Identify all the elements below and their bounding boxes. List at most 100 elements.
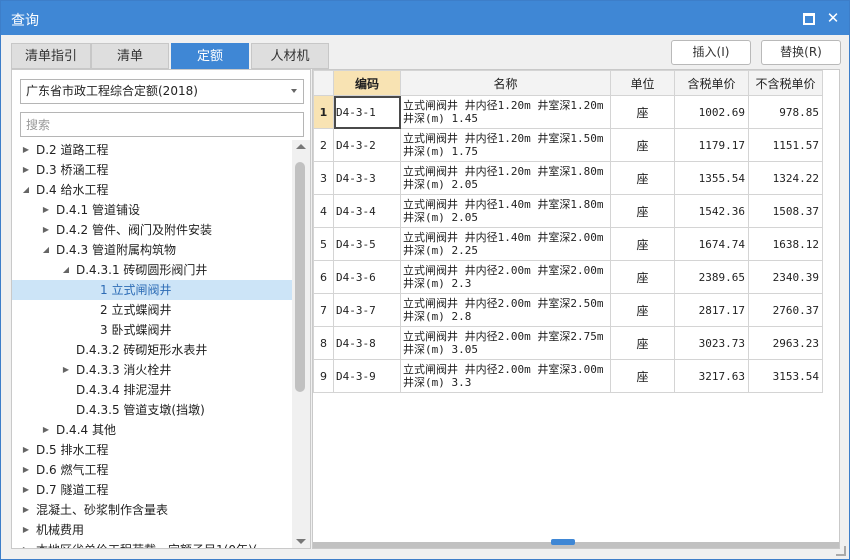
replace-button[interactable]: 替换(R): [761, 40, 841, 65]
unit-cell[interactable]: 座: [610, 194, 675, 228]
quota-name-cell[interactable]: 立式闸阀井 井内径2.00m 井室深2.50m 井深(m) 2.8: [400, 293, 611, 327]
table-row[interactable]: 8 D4-3-8 立式闸阀井 井内径2.00m 井室深2.75m 井深(m) 3.0…: [313, 326, 823, 360]
collapsed-arrow-icon[interactable]: ▶: [20, 480, 32, 500]
collapsed-arrow-icon[interactable]: ▶: [40, 420, 52, 440]
tree-node[interactable]: ▶ 混凝土、砂浆制作含量表: [12, 500, 292, 520]
collapsed-arrow-icon[interactable]: ▶: [20, 460, 32, 480]
scroll-down-icon[interactable]: [296, 539, 306, 544]
table-row[interactable]: 2 D4-3-2 立式闸阀井 井内径1.20m 井室深1.50m 井深(m) 1.7…: [313, 128, 823, 162]
tree-node[interactable]: ▶ D.4.2 管件、阀门及附件安装: [12, 220, 292, 240]
tab-quota[interactable]: 定额: [171, 43, 249, 69]
close-icon[interactable]: ✕: [825, 10, 841, 26]
unit-cell[interactable]: 座: [610, 161, 675, 195]
collapsed-arrow-icon[interactable]: ▶: [20, 500, 32, 520]
column-header-unit[interactable]: 单位: [610, 70, 675, 96]
quota-code-cell[interactable]: D4-3-8: [333, 326, 401, 360]
row-index[interactable]: 6: [313, 260, 334, 294]
tree-node[interactable]: 3 卧式蝶阀井: [12, 320, 292, 340]
tree-scrollbar[interactable]: [292, 140, 310, 548]
unit-cell[interactable]: 座: [610, 260, 675, 294]
quota-code-cell[interactable]: D4-3-1: [333, 95, 401, 129]
tree-node[interactable]: ▶ D.4.3.3 消火栓井: [12, 360, 292, 380]
table-row[interactable]: 5 D4-3-5 立式闸阀井 井内径1.40m 井室深2.00m 井深(m) 2.2…: [313, 227, 823, 261]
row-index[interactable]: 2: [313, 128, 334, 162]
quota-code-cell[interactable]: D4-3-9: [333, 359, 401, 393]
quota-name-cell[interactable]: 立式闸阀井 井内径1.40m 井室深2.00m 井深(m) 2.25: [400, 227, 611, 261]
column-header-code[interactable]: 编码: [333, 70, 401, 96]
row-index[interactable]: 3: [313, 161, 334, 195]
collapsed-arrow-icon[interactable]: ▶: [20, 440, 32, 460]
scroll-up-icon[interactable]: [296, 144, 306, 149]
collapsed-arrow-icon[interactable]: ▶: [20, 140, 32, 160]
quota-code-cell[interactable]: D4-3-3: [333, 161, 401, 195]
collapsed-arrow-icon[interactable]: ▶: [20, 160, 32, 180]
tree-node[interactable]: ▶ D.4.4 其他: [12, 420, 292, 440]
quota-code-cell[interactable]: D4-3-5: [333, 227, 401, 261]
price-notax-cell[interactable]: 2760.37: [748, 293, 823, 327]
price-tax-cell[interactable]: 1179.17: [674, 128, 749, 162]
tree-node[interactable]: 2 立式蝶阀井: [12, 300, 292, 320]
table-row[interactable]: 3 D4-3-3 立式闸阀井 井内径1.20m 井室深1.80m 井深(m) 2.0…: [313, 161, 823, 195]
maximize-icon[interactable]: [801, 10, 817, 26]
tree-node[interactable]: ▶ D.4.1 管道铺设: [12, 200, 292, 220]
scroll-thumb[interactable]: [295, 162, 305, 392]
row-index[interactable]: 5: [313, 227, 334, 261]
price-notax-cell[interactable]: 1324.22: [748, 161, 823, 195]
insert-button[interactable]: 插入(I): [671, 40, 751, 65]
collapsed-arrow-icon[interactable]: ▶: [20, 540, 32, 548]
expanded-arrow-icon[interactable]: ◢: [40, 240, 52, 260]
price-tax-cell[interactable]: 1355.54: [674, 161, 749, 195]
tree-node[interactable]: D.4.3.5 管道支墩(挡墩): [12, 400, 292, 420]
price-tax-cell[interactable]: 3217.63: [674, 359, 749, 393]
table-horizontal-scrollbar[interactable]: [313, 539, 839, 548]
table-row[interactable]: 9 D4-3-9 立式闸阀井 井内径2.00m 井室深3.00m 井深(m) 3.3…: [313, 359, 823, 393]
price-notax-cell[interactable]: 2340.39: [748, 260, 823, 294]
quota-name-cell[interactable]: 立式闸阀井 井内径1.20m 井室深1.20m 井深(m) 1.45: [400, 95, 611, 129]
price-tax-cell[interactable]: 2389.65: [674, 260, 749, 294]
tree-node[interactable]: ◢ D.4.3 管道附属构筑物: [12, 240, 292, 260]
price-notax-cell[interactable]: 1151.57: [748, 128, 823, 162]
price-notax-cell[interactable]: 978.85: [748, 95, 823, 129]
unit-cell[interactable]: 座: [610, 227, 675, 261]
row-index[interactable]: 1: [313, 95, 334, 129]
tree-node[interactable]: 1 立式闸阀井: [12, 280, 292, 300]
quota-library-select[interactable]: 广东省市政工程综合定额(2018): [20, 79, 304, 104]
unit-cell[interactable]: 座: [610, 293, 675, 327]
collapsed-arrow-icon[interactable]: ▶: [40, 220, 52, 240]
row-index[interactable]: 9: [313, 359, 334, 393]
tree-node[interactable]: ▶ D.3 桥涵工程: [12, 160, 292, 180]
tree-node[interactable]: ▶ D.5 排水工程: [12, 440, 292, 460]
tree-node[interactable]: ◢ D.4 给水工程: [12, 180, 292, 200]
price-tax-cell[interactable]: 1542.36: [674, 194, 749, 228]
unit-cell[interactable]: 座: [610, 95, 675, 129]
table-row[interactable]: 6 D4-3-6 立式闸阀井 井内径2.00m 井室深2.00m 井深(m) 2.3…: [313, 260, 823, 294]
tree-node[interactable]: D.4.3.2 砖砌矩形水表井: [12, 340, 292, 360]
search-input[interactable]: [20, 112, 304, 137]
row-index[interactable]: 8: [313, 326, 334, 360]
tree-node[interactable]: ◢ D.4.3.1 砖砌圆形阀门井: [12, 260, 292, 280]
column-header-name[interactable]: 名称: [400, 70, 611, 96]
price-notax-cell[interactable]: 1508.37: [748, 194, 823, 228]
price-notax-cell[interactable]: 2963.23: [748, 326, 823, 360]
tab-labor-material-machine[interactable]: 人材机: [251, 43, 329, 69]
price-notax-cell[interactable]: 1638.12: [748, 227, 823, 261]
column-header-price-tax[interactable]: 含税单价: [674, 70, 749, 96]
quota-name-cell[interactable]: 立式闸阀井 井内径1.40m 井室深1.80m 井深(m) 2.05: [400, 194, 611, 228]
table-row[interactable]: 4 D4-3-4 立式闸阀井 井内径1.40m 井室深1.80m 井深(m) 2.0…: [313, 194, 823, 228]
expanded-arrow-icon[interactable]: ◢: [20, 180, 32, 200]
unit-cell[interactable]: 座: [610, 326, 675, 360]
price-notax-cell[interactable]: 3153.54: [748, 359, 823, 393]
tab-bill-guide[interactable]: 清单指引: [11, 43, 91, 69]
expanded-arrow-icon[interactable]: ◢: [60, 260, 72, 280]
unit-cell[interactable]: 座: [610, 128, 675, 162]
tree-node[interactable]: ▶ D.6 燃气工程: [12, 460, 292, 480]
price-tax-cell[interactable]: 3023.73: [674, 326, 749, 360]
quota-name-cell[interactable]: 立式闸阀井 井内径2.00m 井室深2.00m 井深(m) 2.3: [400, 260, 611, 294]
tree-node[interactable]: ▶ 机械费用: [12, 520, 292, 540]
row-index[interactable]: 7: [313, 293, 334, 327]
quota-code-cell[interactable]: D4-3-2: [333, 128, 401, 162]
collapsed-arrow-icon[interactable]: ▶: [40, 200, 52, 220]
tree-node[interactable]: D.4.3.4 排泥湿井: [12, 380, 292, 400]
price-tax-cell[interactable]: 2817.17: [674, 293, 749, 327]
price-tax-cell[interactable]: 1674.74: [674, 227, 749, 261]
